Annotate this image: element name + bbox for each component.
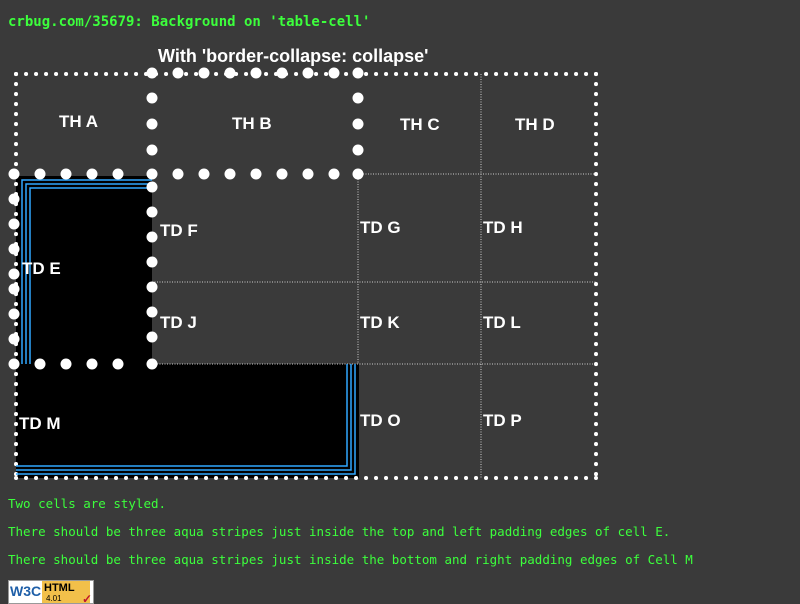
note-line-2: There should be three aqua stripes just … (8, 524, 671, 539)
header-cell-a: TH A (59, 112, 99, 131)
cell-p: TD P (483, 411, 522, 430)
cell-h: TD H (483, 218, 523, 237)
note-line-3: There should be three aqua stripes just … (8, 552, 693, 567)
w3c-logo: W3C (10, 583, 42, 599)
badge-html-label: HTML (44, 582, 75, 594)
w3c-html-badge[interactable]: W3C HTML 4.01 ✓ (8, 580, 94, 604)
cell-k: TD K (360, 313, 400, 332)
cell-j: TD J (160, 313, 197, 332)
cell-f: TD F (160, 221, 198, 240)
note-line-1: Two cells are styled. (8, 496, 167, 511)
cell-o: TD O (360, 411, 401, 430)
cell-m: TD M (19, 414, 61, 433)
cell-e: TD E (22, 259, 61, 278)
header-cell-b: TH B (232, 114, 272, 133)
cell-g: TD G (360, 218, 401, 237)
cell-m-background (16, 364, 359, 478)
header-cell-c: TH C (400, 115, 440, 134)
checkmark-icon: ✓ (82, 592, 93, 604)
badge-version: 4.01 (46, 594, 62, 603)
cell-l: TD L (483, 313, 521, 332)
header-cell-d: TH D (515, 115, 555, 134)
